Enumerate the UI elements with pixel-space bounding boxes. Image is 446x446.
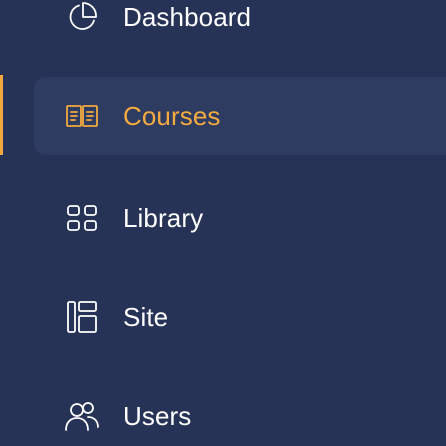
sidebar-item-dashboard[interactable]: Dashboard xyxy=(34,0,446,56)
pie-chart-icon xyxy=(64,0,100,35)
sidebar-item-site[interactable]: Site xyxy=(34,278,446,356)
sidebar-item-label: Courses xyxy=(123,101,221,131)
sidebar-item-label: Users xyxy=(123,401,192,431)
sidebar: Dashboard Courses Library Site Users xyxy=(0,0,446,446)
sidebar-item-library[interactable]: Library xyxy=(34,179,446,257)
sidebar-item-label: Site xyxy=(123,302,169,332)
active-indicator xyxy=(0,75,3,155)
sidebar-item-label: Library xyxy=(123,203,204,233)
layout-icon xyxy=(64,299,100,335)
open-book-icon xyxy=(64,98,100,134)
grid-icon xyxy=(64,200,100,236)
sidebar-item-courses[interactable]: Courses xyxy=(34,77,446,155)
sidebar-item-users[interactable]: Users xyxy=(34,377,446,446)
users-icon xyxy=(64,398,100,434)
sidebar-item-label: Dashboard xyxy=(123,2,252,32)
